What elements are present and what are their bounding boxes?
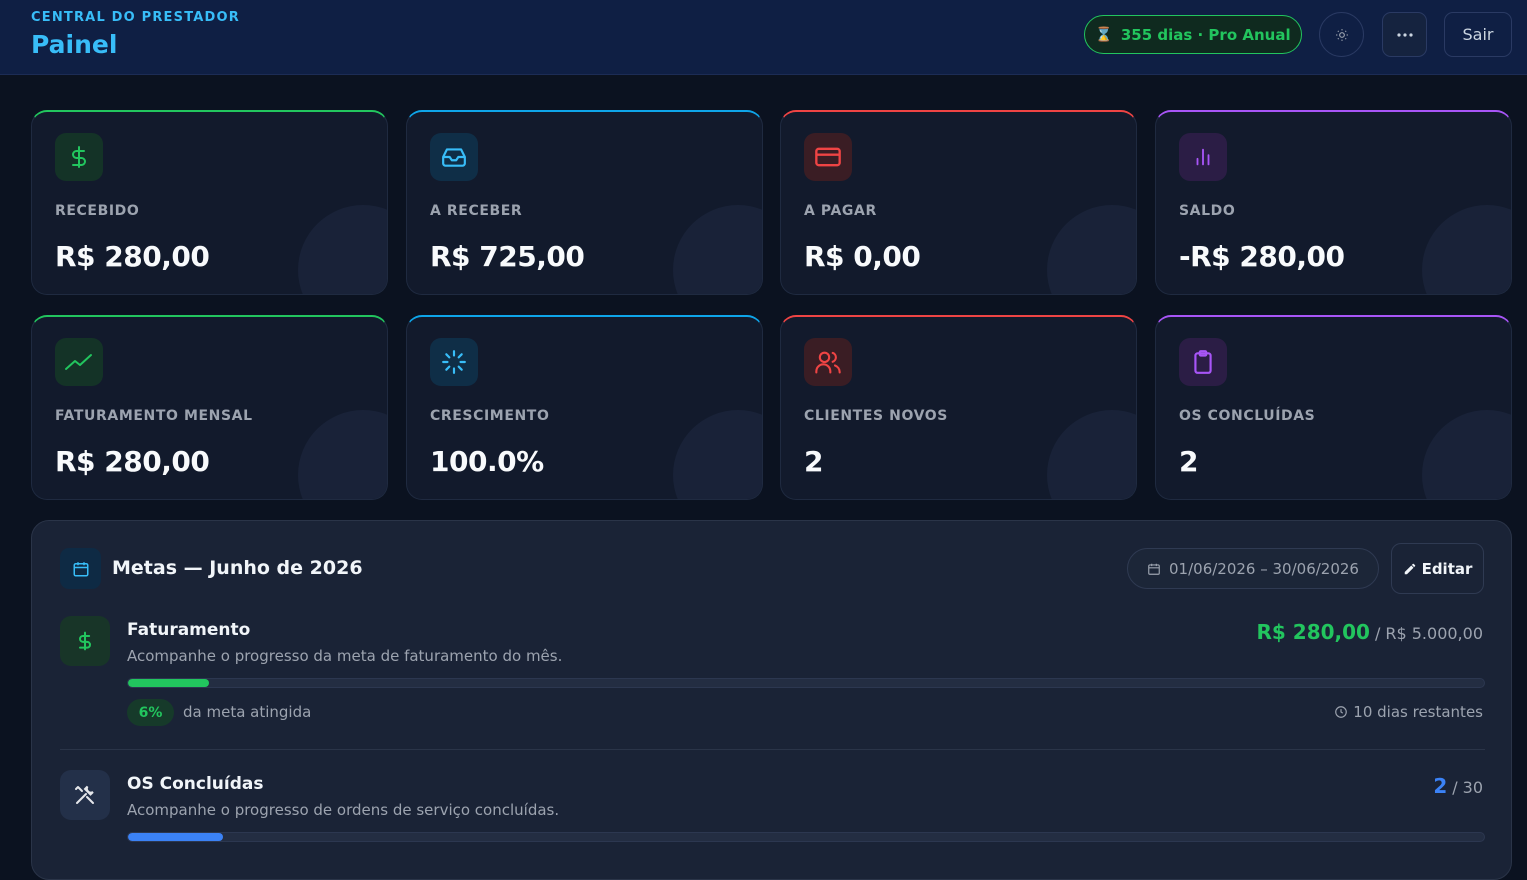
credit-card-icon xyxy=(804,133,852,181)
goal-amount: 2 / 30 xyxy=(1433,774,1483,798)
stat-value: 100.0% xyxy=(430,445,544,478)
period-selector[interactable]: 01/06/2026 – 30/06/2026 xyxy=(1127,548,1379,589)
clock-icon xyxy=(1335,706,1348,718)
sun-icon xyxy=(1335,28,1348,41)
stat-card-saldo: SALDO -R$ 280,00 xyxy=(1155,110,1512,295)
days-remaining-label: 10 dias restantes xyxy=(1353,703,1483,721)
stat-value: 2 xyxy=(1179,445,1198,478)
logout-button[interactable]: Sair xyxy=(1444,12,1512,57)
more-horizontal-icon xyxy=(1396,32,1413,37)
goal-description: Acompanhe o progresso da meta de faturam… xyxy=(127,647,563,665)
top-bar: CENTRAL DO PRESTADOR Painel ⌛ 355 dias ·… xyxy=(0,0,1527,75)
bar-chart-icon xyxy=(1179,133,1227,181)
users-icon xyxy=(804,338,852,386)
goal-description: Acompanhe o progresso de ordens de servi… xyxy=(127,801,560,819)
stat-label: RECEBIDO xyxy=(55,203,140,219)
goals-panel: Metas — Junho de 2026 01/06/2026 – 30/06… xyxy=(31,520,1512,880)
stat-label: A RECEBER xyxy=(430,203,523,219)
stat-label: SALDO xyxy=(1179,203,1236,219)
stat-card-a-receber: A RECEBER R$ 725,00 xyxy=(406,110,763,295)
stat-card-faturamento-mensal: FATURAMENTO MENSAL R$ 280,00 xyxy=(31,315,388,500)
stat-value: -R$ 280,00 xyxy=(1179,240,1345,273)
stat-card-clientes-novos: CLIENTES NOVOS 2 xyxy=(780,315,1137,500)
goal-name: OS Concluídas xyxy=(127,774,264,794)
calendar-icon xyxy=(1148,563,1160,575)
goal-current: R$ 280,00 xyxy=(1256,620,1370,644)
period-label: 01/06/2026 – 30/06/2026 xyxy=(1169,559,1359,578)
page-title: Painel xyxy=(31,30,118,59)
calendar-icon xyxy=(60,548,101,589)
stat-card-recebido: RECEBIDO R$ 280,00 xyxy=(31,110,388,295)
dollar-icon xyxy=(55,133,103,181)
stat-card-a-pagar: A PAGAR R$ 0,00 xyxy=(780,110,1137,295)
goal-target: R$ 5.000,00 xyxy=(1385,624,1483,643)
dollar-icon xyxy=(60,616,110,666)
goal-progress-fill xyxy=(128,679,210,687)
more-options-button[interactable] xyxy=(1382,12,1427,57)
trending-up-icon xyxy=(55,338,103,386)
goal-progress-track xyxy=(127,678,1485,688)
app-subtitle: CENTRAL DO PRESTADOR xyxy=(31,10,240,25)
theme-toggle-button[interactable] xyxy=(1319,12,1364,57)
stat-label: A PAGAR xyxy=(804,203,877,219)
goal-percent-badge: 6% xyxy=(127,699,174,726)
stat-value: R$ 725,00 xyxy=(430,240,585,273)
stat-value: R$ 280,00 xyxy=(55,240,210,273)
goals-title: Metas — Junho de 2026 xyxy=(112,557,363,579)
loader-icon xyxy=(430,338,478,386)
clipboard-icon xyxy=(1179,338,1227,386)
edit-goals-button[interactable]: Editar xyxy=(1391,543,1484,594)
plan-status-badge[interactable]: ⌛ 355 dias · Pro Anual xyxy=(1084,15,1302,54)
stat-value: R$ 0,00 xyxy=(804,240,921,273)
stat-card-crescimento: CRESCIMENTO 100.0% xyxy=(406,315,763,500)
goal-name: Faturamento xyxy=(127,620,251,640)
pencil-icon xyxy=(1404,563,1415,574)
plan-status-label: 355 dias · Pro Anual xyxy=(1120,25,1291,44)
inbox-icon xyxy=(430,133,478,181)
goal-progress-fill xyxy=(128,833,223,841)
goal-percent-text: da meta atingida xyxy=(183,703,312,721)
stat-label: CRESCIMENTO xyxy=(430,408,550,424)
tools-icon xyxy=(60,770,110,820)
goal-current: 2 xyxy=(1433,774,1448,798)
goal-progress-track xyxy=(127,832,1485,842)
stat-label: CLIENTES NOVOS xyxy=(804,408,948,424)
stat-card-os-concluidas: OS CONCLUÍDAS 2 xyxy=(1155,315,1512,500)
stat-value: 2 xyxy=(804,445,823,478)
hourglass-icon: ⌛ xyxy=(1095,26,1113,43)
stat-value: R$ 280,00 xyxy=(55,445,210,478)
goal-amount: R$ 280,00 / R$ 5.000,00 xyxy=(1257,620,1484,644)
edit-label: Editar xyxy=(1421,559,1473,578)
goal-separator: / xyxy=(1452,778,1458,797)
stat-label: OS CONCLUÍDAS xyxy=(1179,408,1316,424)
divider xyxy=(60,749,1485,750)
days-remaining: 10 dias restantes xyxy=(1334,703,1483,721)
goal-target: 30 xyxy=(1462,778,1483,797)
stat-label: FATURAMENTO MENSAL xyxy=(55,408,253,424)
goal-separator: / xyxy=(1374,624,1381,643)
